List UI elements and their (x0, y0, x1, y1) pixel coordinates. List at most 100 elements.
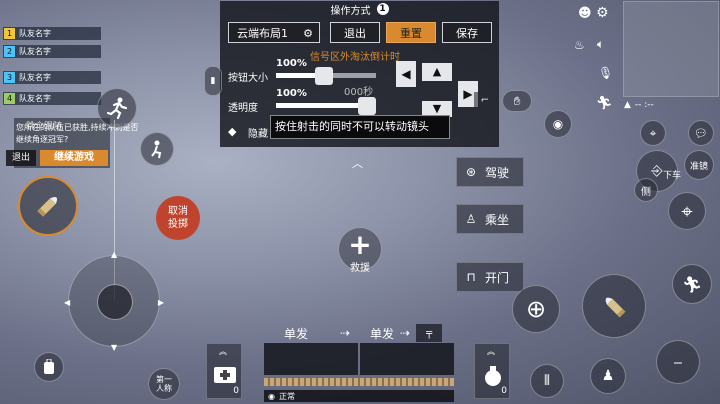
medkit-chevron-icon: ︽ (219, 347, 227, 356)
eye-icon: ◉ (552, 117, 564, 131)
aim-fire-button[interactable]: ⊕ (512, 285, 560, 333)
fire-mode-right: 单发 (370, 326, 395, 341)
medkit-slot[interactable]: ︽ 0 (206, 343, 242, 399)
panel-exit-button[interactable]: 退出 (330, 22, 380, 43)
left-edge-toggle[interactable]: ▮ (204, 66, 222, 96)
sprint-button[interactable] (97, 88, 137, 128)
rescue-label: 救援 (350, 263, 370, 274)
scope-button[interactable]: 准镜 (684, 150, 714, 180)
jump-vault-button[interactable]: 🏃︎ (672, 264, 712, 304)
lean-button[interactable]: 侧 (634, 178, 658, 202)
team-member-name: 队友名字 (19, 29, 51, 38)
team-member-name: 队友名字 (19, 73, 51, 82)
scope-label: 准镜 (689, 161, 708, 172)
stance-label: 正常 (278, 391, 295, 401)
size-label: 按钮大小 (228, 73, 268, 84)
grenade-icon (485, 366, 501, 386)
team-member-name: 队友名字 (19, 47, 51, 56)
expand-chevron-icon[interactable]: ︿ (352, 155, 363, 171)
ride-label: 乘坐 (485, 212, 510, 227)
crosshair-icon: ⌖ (681, 199, 693, 223)
follow-exit-button[interactable]: 退出 (6, 150, 36, 166)
minimap[interactable] (623, 1, 719, 97)
aim-button[interactable]: ⌖ (668, 192, 706, 230)
team-member-name: 队友名字 (19, 94, 51, 103)
size-slider-knob[interactable] (314, 67, 333, 85)
pistol-icon: ╤ (416, 324, 443, 342)
jump-icon[interactable]: 🏃︎ (596, 96, 613, 111)
continue-game-button[interactable]: 继续游戏 (40, 150, 108, 166)
joystick-right-arrow-icon: ▶ (157, 298, 164, 307)
open-door-button[interactable]: ⊓ 开门 (456, 262, 524, 292)
team-member-1: 1 队友名字 (3, 27, 101, 40)
first-person-button[interactable]: 第一 人称 (148, 368, 180, 400)
joystick-left-arrow-icon: ◀ (64, 298, 71, 307)
gun-attachment-icon[interactable]: ⌐ (474, 92, 496, 110)
ride-button[interactable]: ♙ 乘坐 (456, 204, 524, 234)
timer-readout: 000秒 (344, 87, 374, 98)
weapon-slot-left[interactable] (264, 343, 358, 375)
fire-mode-left: 单发 (284, 326, 309, 341)
opacity-label: 透明度 (228, 103, 258, 114)
team-number-badge: 3 (4, 72, 15, 83)
cancel-throw-button[interactable]: 取消 投掷 (156, 196, 200, 240)
size-value: 100% (276, 58, 307, 69)
tooltip-box: 按住射击的同时不可以转动镜头 (270, 115, 450, 139)
fire-mode-switch-icon: ⇢ (339, 326, 350, 340)
bullet-icon (37, 196, 58, 217)
warning-icon: ▲ (624, 100, 631, 110)
weapon-slot-right-header[interactable]: 单发 ⇢ ╤ (360, 323, 454, 343)
team-member-3: 3 队友名字 (3, 71, 101, 84)
backpack-icon (44, 359, 54, 374)
prone-button[interactable]: ⎯ (656, 340, 700, 384)
reload-button[interactable]: ⦀ (530, 364, 564, 398)
weapon-slot-right[interactable] (360, 343, 454, 375)
settings-gear-icon[interactable]: ⚙ (596, 5, 609, 21)
chat-button[interactable]: 💬︎ (688, 120, 714, 146)
grenade-slot[interactable]: ︽ 0 (474, 343, 510, 399)
right-fire-button[interactable] (582, 274, 646, 338)
location-pin-icon: ⌖ (649, 125, 657, 140)
toggle-icon: ▮ (210, 76, 216, 86)
hand-icon: ✋︎ (513, 93, 521, 108)
speaker-icon[interactable]: 🔈︎ (597, 37, 604, 52)
hide-diamond-icon[interactable]: ◆ (228, 125, 236, 138)
opacity-slider-knob[interactable] (358, 97, 376, 115)
steering-wheel-icon: ⊛ (465, 165, 477, 179)
map-marker-button[interactable]: ⌖ (640, 120, 666, 146)
panel-header: 操作方式 1 (220, 1, 499, 17)
peek-button[interactable]: ◉ (544, 110, 572, 138)
gear-icon[interactable]: ⚙ (303, 23, 313, 44)
rescue-button[interactable]: + 救援 (338, 227, 382, 274)
team-number-badge: 2 (4, 46, 15, 57)
medkit-icon (214, 367, 236, 383)
microphone-icon[interactable]: 🎙︎ (598, 66, 613, 80)
movement-joystick[interactable]: ◀ ▶ ▲ ▼ (64, 250, 164, 352)
crouch-icon (151, 140, 162, 159)
pickup-button[interactable]: ✋︎ (502, 90, 532, 112)
backpack-button[interactable] (34, 352, 64, 382)
control-settings-panel: 操作方式 1 云端布局1 ⚙ 退出 重置 保存 信号区外淘汰倒计时 按钮大小 1… (220, 1, 499, 147)
stance-eye-icon: ◉ (268, 391, 275, 401)
hide-label[interactable]: 隐藏 (248, 125, 268, 140)
emote-icon[interactable]: ☻ (578, 6, 592, 21)
stance-bar: ◉ 正常 (264, 390, 454, 402)
reset-button[interactable]: 重置 (386, 22, 436, 43)
joystick-knob[interactable] (97, 284, 133, 320)
layout-selector[interactable]: 云端布局1 ⚙ (228, 22, 320, 43)
crouch-aim-icon: ♟︎ (601, 368, 615, 384)
left-fire-button[interactable] (18, 176, 78, 236)
drive-button[interactable]: ⊛ 驾驶 (456, 157, 524, 187)
reload-icon: ⦀ (543, 373, 551, 389)
minimap-readout: -- :-- (634, 100, 654, 110)
plus-icon: + (348, 228, 372, 261)
save-button[interactable]: 保存 (442, 22, 492, 43)
cancel-throw-label: 取消 投掷 (168, 206, 188, 230)
medkit-count: 0 (233, 386, 239, 396)
crouch-aim-button[interactable]: ♟︎ (590, 358, 626, 394)
weapon-slot-left-header[interactable]: 单发 ⇢ (264, 323, 358, 343)
crouch-button[interactable] (140, 132, 174, 166)
move-up-button[interactable]: ▲ (422, 63, 452, 81)
move-left-button[interactable]: ◀ (396, 61, 416, 87)
fire-extinguisher-icon[interactable]: ♨ (574, 38, 585, 52)
